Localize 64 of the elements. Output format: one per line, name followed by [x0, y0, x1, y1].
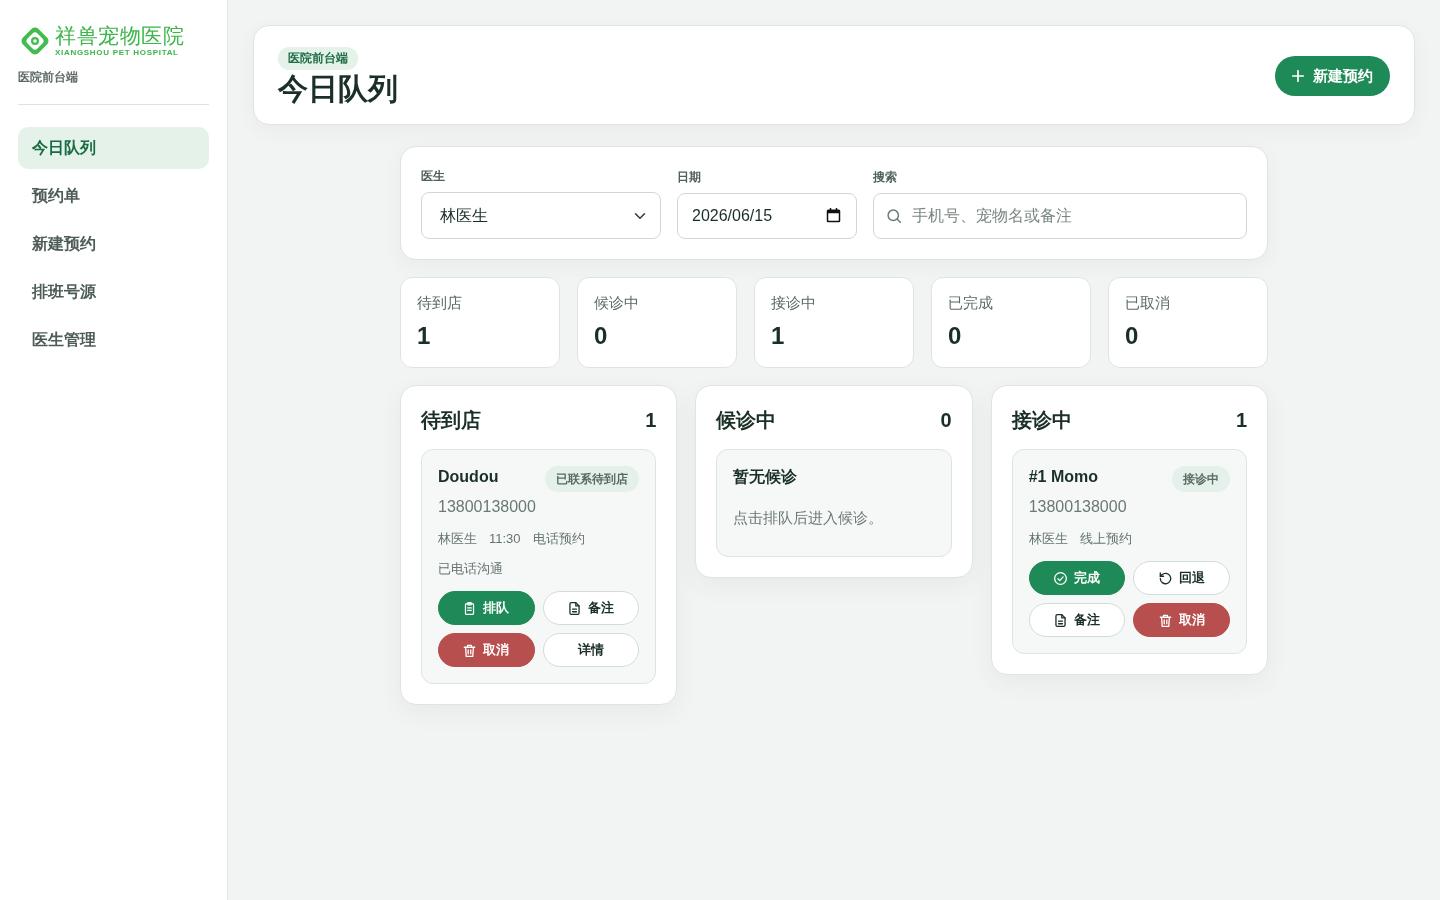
sidebar-item[interactable]: 医生管理 [18, 319, 209, 361]
details-button[interactable]: 详情 [542, 633, 640, 667]
pet-name: Doudou [438, 467, 499, 487]
logo-name: 祥兽宠物医院 [55, 24, 184, 48]
sidebar-item[interactable]: 今日队列 [18, 127, 209, 169]
sidebar-item[interactable]: 新建预约 [18, 223, 209, 265]
status-badge: 接诊中 [1172, 466, 1230, 492]
document-icon [568, 601, 581, 615]
meta-text: 线上预约 [1079, 530, 1132, 548]
note-text: 已电话沟通 [438, 560, 504, 578]
logo-tagline: XIANGSHOU PET HOSPITAL [55, 48, 180, 58]
column-title: 待到店 [421, 408, 481, 433]
stat-value: 1 [771, 321, 786, 351]
meta-text: 11:30 [489, 530, 521, 548]
field-label: 医生 [421, 168, 446, 185]
sidebar-item[interactable]: 预约单 [18, 175, 209, 217]
check-circle-icon [1054, 571, 1067, 585]
page-title: 今日队列 [278, 71, 398, 107]
empty-title: 暂无候诊 [733, 467, 799, 487]
pet-name: #1 Momo [1028, 467, 1098, 487]
sidebar-subtitle: 医院前台端 [18, 69, 79, 86]
stat-label: 接诊中 [771, 293, 817, 313]
meta-text: 林医生 [438, 530, 477, 548]
empty-text: 点击排队后进入候诊。 [733, 508, 885, 528]
stat-label: 已取消 [1125, 293, 1171, 313]
section-badge: 医院前台端 [278, 47, 358, 70]
stat-label: 待到店 [417, 293, 463, 313]
revert-button[interactable]: 回退 [1133, 561, 1230, 595]
search-field[interactable]: 手机号、宠物名或备注 [873, 193, 1247, 239]
phone-number: 13800138000 [438, 497, 537, 517]
field-label: 搜索 [873, 169, 898, 186]
stat-label: 候诊中 [594, 293, 640, 313]
sidebar-item[interactable]: 排班号源 [18, 271, 209, 313]
date-field[interactable]: 2026/06/15 [677, 193, 857, 239]
stat-value: 0 [948, 321, 963, 351]
document-icon [1054, 613, 1067, 627]
clipboard-icon [463, 601, 477, 615]
cancel-button[interactable]: 取消 [438, 633, 535, 667]
stat-value: 0 [1125, 321, 1140, 351]
field-label: 日期 [677, 169, 702, 186]
stat-value: 0 [594, 321, 609, 351]
trash-icon [463, 643, 477, 657]
circular-arrow-icon [1158, 571, 1172, 585]
stat-value: 1 [417, 321, 432, 351]
column-title: 接诊中 [1011, 408, 1072, 433]
column-count: 0 [940, 408, 952, 433]
phone-number: 13800138000 [1028, 497, 1128, 517]
plus-icon [1292, 70, 1304, 82]
note-button[interactable]: 备注 [542, 591, 640, 625]
cancel-button[interactable]: 取消 [1133, 603, 1230, 637]
column-count: 1 [645, 408, 657, 433]
meta-text: 林医生 [1028, 530, 1068, 548]
note-button[interactable]: 备注 [1028, 603, 1126, 637]
search-icon [887, 209, 901, 223]
status-badge: 已联系待到店 [545, 466, 640, 492]
column-count: 1 [1235, 408, 1247, 433]
complete-button[interactable]: 完成 [1028, 561, 1126, 595]
doctor-select[interactable]: 林医生 [421, 192, 661, 239]
meta-text: 电话预约 [532, 530, 585, 548]
new-appointment-button[interactable]: 新建预约 [1275, 56, 1390, 96]
queue-button[interactable]: 排队 [438, 591, 535, 625]
stat-label: 已完成 [948, 293, 994, 313]
trash-icon [1158, 613, 1172, 627]
column-title: 候诊中 [716, 408, 777, 433]
